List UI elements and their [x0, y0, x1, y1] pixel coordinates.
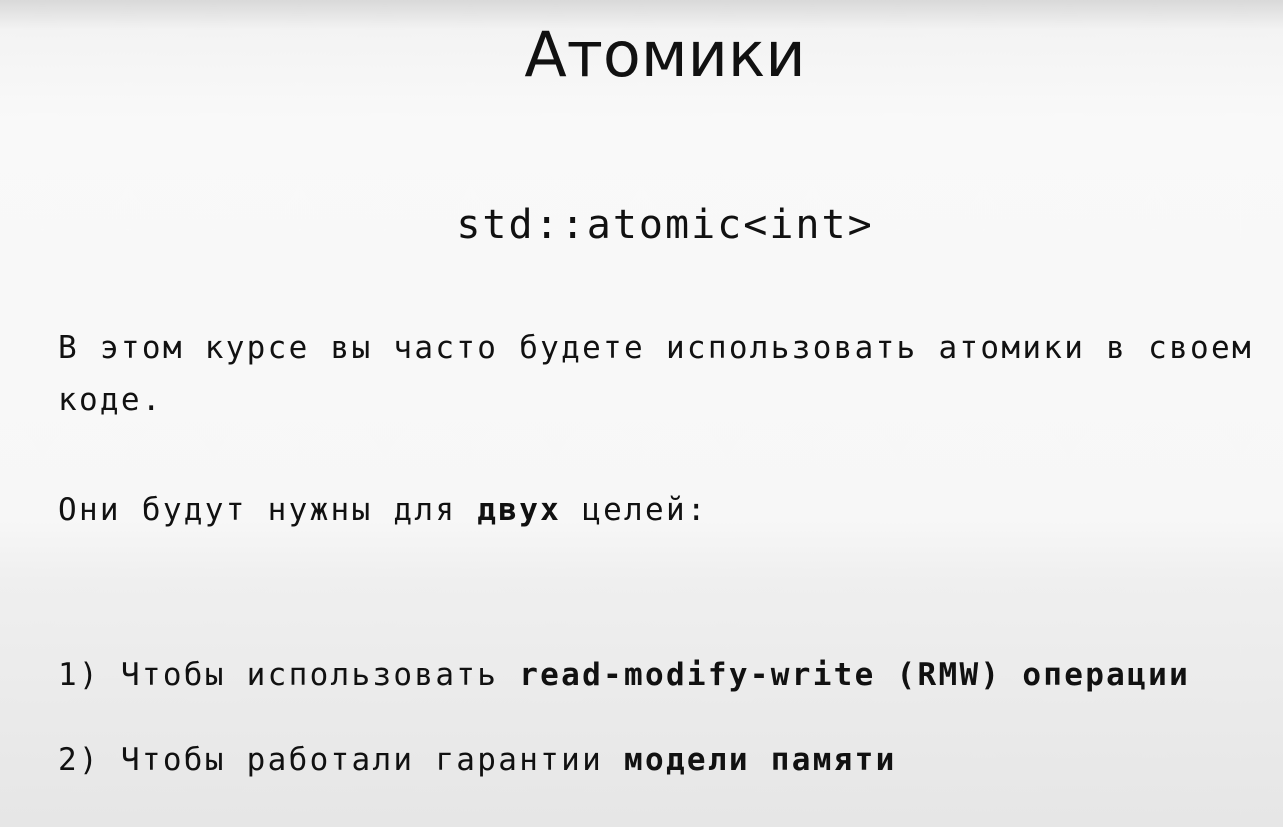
code-snippet: std::atomic<int>	[456, 202, 874, 248]
list-item: 1) Чтобы использовать read-modify-write …	[58, 657, 1190, 693]
purpose-suffix: целей:	[561, 492, 708, 528]
purpose-bold: двух	[477, 492, 562, 528]
list-item-prefix: 2) Чтобы работали гарантии	[58, 742, 625, 778]
purpose-prefix: Они будут нужны для	[58, 492, 478, 528]
paragraph-line-1: В этом курсе вы часто будете использоват…	[58, 330, 1253, 366]
list-item-prefix: 1) Чтобы использовать	[58, 657, 520, 693]
purpose-line: Они будут нужны для двух целей:	[58, 492, 708, 528]
list-item: 2) Чтобы работали гарантии модели памяти	[58, 742, 897, 778]
paragraph-line-2: коде.	[58, 382, 163, 418]
list-item-bold: read-modify-write (RMW) операции	[519, 657, 1191, 693]
list-item-bold: модели памяти	[624, 742, 897, 778]
slide-title: Атомики	[524, 18, 806, 91]
